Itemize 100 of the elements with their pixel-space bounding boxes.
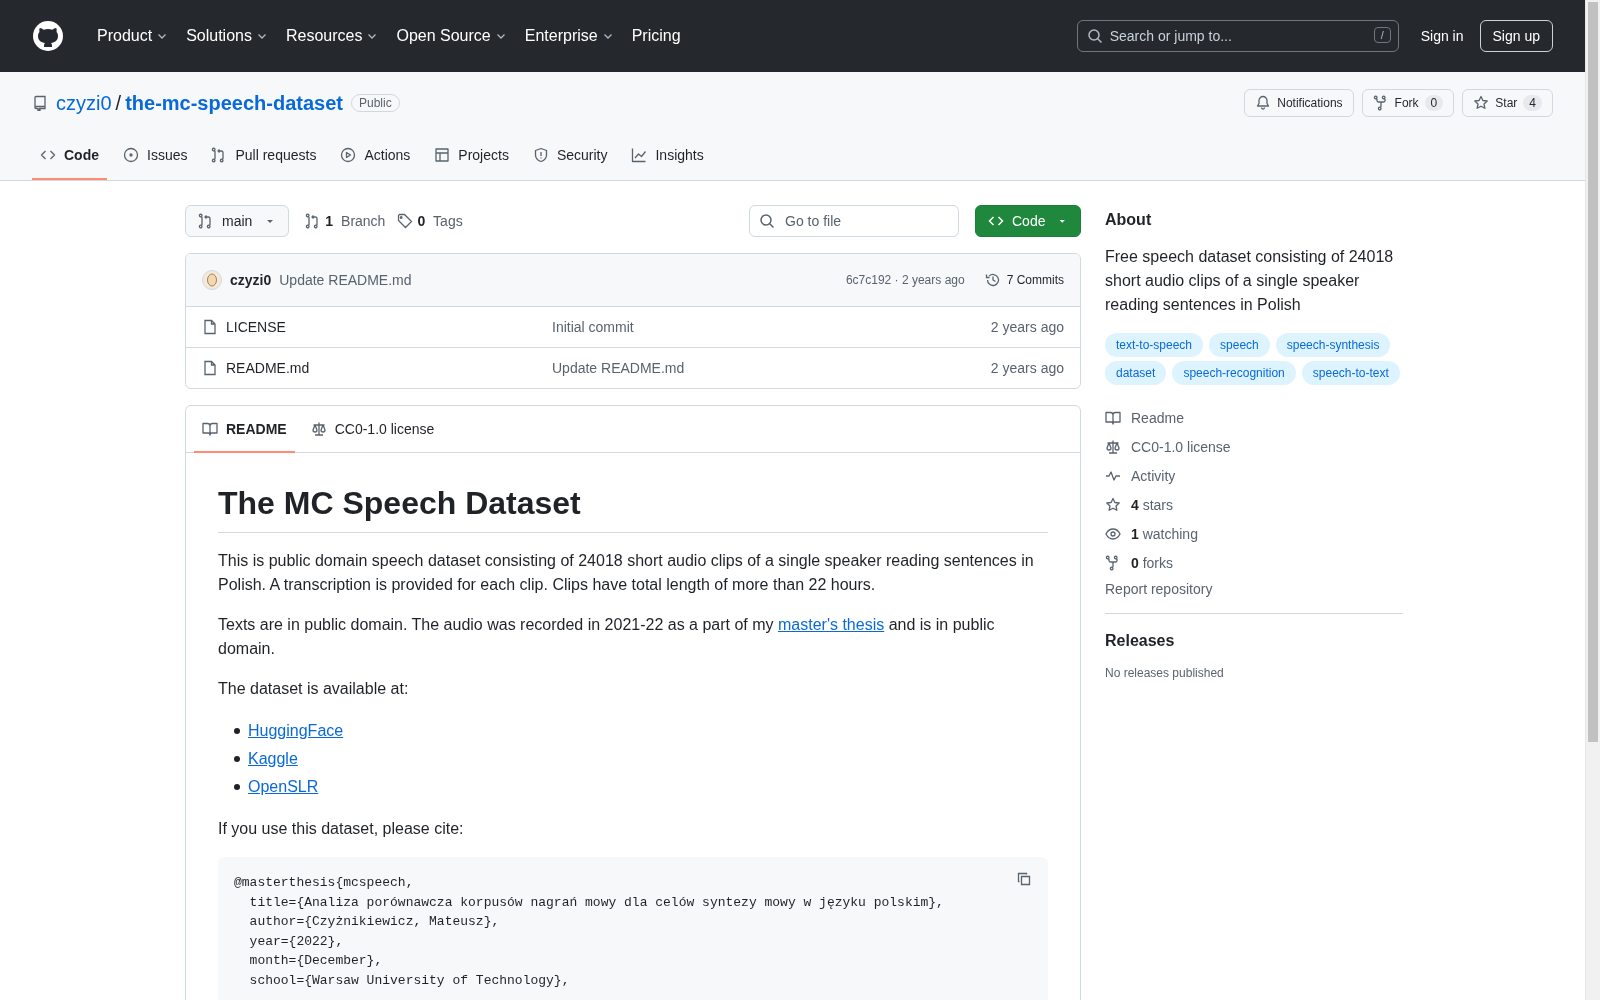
owner-link[interactable]: czyzi0 (56, 91, 112, 115)
repository-description: Free speech dataset consisting of 24018 short audio clips of a single speaker reading sentences in Polish (1105, 247, 1395, 315)
readme-tab[interactable]: README (194, 406, 295, 453)
fork-icon (1105, 554, 1121, 571)
commit-author-link[interactable]: czyzi0 (230, 272, 272, 288)
scrollbar[interactable] (1585, 0, 1600, 1000)
code-dropdown-button[interactable]: Code (975, 205, 1081, 237)
path-separator: / (115, 91, 122, 115)
sidebar-link[interactable]: Readme (1131, 409, 1184, 426)
branches-link[interactable]: 1 Branch (305, 213, 386, 229)
commit-message-link[interactable]: Update README.md (552, 360, 991, 376)
commit-hash-time: 6c7c192 · 2 years ago (845, 273, 965, 287)
report-repository-link[interactable]: Report repository (1105, 581, 1403, 597)
thesis-link[interactable]: master's thesis (778, 616, 885, 633)
branch-selector-button[interactable]: main (185, 205, 290, 237)
commit-message-link[interactable]: Update README.md (279, 272, 412, 288)
readme-paragraph: The dataset is available at: (218, 679, 410, 699)
readme-paragraph: This is public domain speech dataset consisting of 24018 short audio clips of a single speaker reading sentences in Polish. A transcription is provided for each clip. Clips have total length of more than 22 hours. (218, 551, 1035, 595)
sign-up-button[interactable]: Sign up (1479, 20, 1553, 52)
fork-button[interactable]: Fork 0 (1361, 89, 1455, 117)
table-icon (434, 147, 451, 163)
code-line: @masterthesis{mcspeech, (234, 874, 414, 892)
fork-icon (1372, 95, 1389, 111)
play-icon (340, 147, 357, 163)
commits-link[interactable]: 7 Commits (984, 272, 1064, 288)
tag-icon (397, 213, 414, 229)
dataset-link[interactable]: Kaggle (248, 745, 298, 773)
repository-tab[interactable]: Pull requests (203, 132, 325, 180)
repository-name-link[interactable]: the-mc-speech-dataset (125, 91, 343, 115)
commit-time: 2 years ago (990, 319, 1064, 335)
count-label: 4 (1523, 95, 1542, 111)
copy-icon[interactable] (1016, 871, 1032, 887)
code-line: year={2022}, (248, 932, 344, 951)
star-icon (1473, 95, 1490, 111)
about-heading: About (1105, 211, 1153, 229)
tags-link[interactable]: 0 Tags (397, 213, 463, 229)
book-icon (202, 420, 218, 437)
history-icon (984, 272, 1001, 288)
star-icon (1105, 496, 1121, 513)
readme-tab[interactable]: CC0-1.0 license (302, 406, 443, 453)
nav-menu-item[interactable]: Solutions (177, 27, 277, 45)
dataset-link[interactable]: OpenSLR (248, 773, 319, 801)
file-name-link[interactable]: README.md (226, 360, 310, 376)
code-line: month={December}, (248, 952, 383, 970)
readme-heading: The MC Speech Dataset (218, 485, 1048, 533)
readme-paragraph: If you use this dataset, please cite: (218, 819, 465, 839)
graph-icon (631, 147, 648, 163)
topic-tag[interactable]: dataset (1105, 361, 1167, 385)
nav-menu-item[interactable]: Open Source (387, 27, 516, 45)
branch-icon (198, 213, 214, 229)
sidebar-link[interactable]: 1 watching (1131, 525, 1198, 542)
sidebar-link[interactable]: Activity (1131, 467, 1176, 484)
repository-tab[interactable]: Insights (623, 132, 712, 180)
bell-icon (1255, 95, 1272, 111)
sidebar-link[interactable]: 0 forks (1131, 554, 1174, 571)
repository-tab[interactable]: Code (32, 132, 107, 180)
code-line: school={Warsaw University of Technology}, (248, 971, 570, 990)
code-line: author={Czyżnikiewicz, Mateusz}, (248, 913, 500, 931)
dataset-link[interactable]: HuggingFace (248, 717, 344, 745)
repository-tab[interactable]: Security (524, 132, 616, 180)
topic-tag[interactable]: speech-to-text (1301, 361, 1400, 385)
repository-icon (32, 95, 48, 111)
go-to-file-field[interactable]: Go to file (749, 205, 959, 237)
notifications-button[interactable]: Notifications (1244, 89, 1354, 117)
shield-icon (532, 147, 549, 163)
topic-tag[interactable]: speech (1209, 333, 1270, 357)
topic-tag[interactable]: speech-synthesis (1275, 333, 1391, 357)
commit-time: 2 years ago (990, 360, 1064, 376)
count-label: 0 (1424, 95, 1444, 111)
nav-menu-item[interactable]: Pricing (622, 27, 690, 45)
sidebar-link[interactable]: 4 stars (1131, 496, 1174, 513)
sidebar-link[interactable]: CC0-1.0 license (1131, 438, 1231, 455)
commit-message-link[interactable]: Initial commit (552, 319, 991, 335)
eye-icon (1105, 525, 1121, 542)
search-icon (1086, 28, 1103, 44)
law-icon (1105, 438, 1121, 455)
slash-key-hint: / (1373, 27, 1391, 43)
issue-icon (123, 147, 139, 163)
repository-tab[interactable]: Projects (426, 132, 517, 180)
star-button[interactable]: Star 4 (1462, 89, 1553, 117)
file-name-link[interactable]: LICENSE (226, 319, 286, 335)
repository-tab[interactable]: Issues (115, 132, 196, 180)
topic-tag[interactable]: text-to-speech (1105, 333, 1204, 357)
scrollbar-thumb[interactable] (1588, 2, 1598, 742)
nav-menu-item[interactable]: Enterprise (515, 27, 623, 45)
avatar-icon (202, 270, 222, 290)
file-icon (202, 360, 218, 376)
file-icon (202, 319, 218, 335)
sign-in-link[interactable]: Sign in (1420, 28, 1464, 44)
repository-tab[interactable]: Actions (332, 132, 419, 180)
nav-menu-item[interactable]: Resources (276, 27, 388, 45)
readme-paragraph: Texts are in public domain. The audio was recorded in 2021-22 as a part of my master's thesis and is in public domain. (218, 615, 996, 659)
book-icon (1105, 409, 1121, 426)
code-line: title={Analiza porównawcza korpusów nagrań mowy dla celów syntezy mowy w języku polskim}, (248, 893, 944, 912)
topic-tag[interactable]: speech-recognition (1172, 361, 1296, 385)
nav-menu-item[interactable]: Product (88, 27, 178, 45)
cat-logo-icon[interactable] (32, 20, 64, 52)
law-icon (310, 420, 327, 437)
releases-heading: Releases (1105, 632, 1176, 650)
no-releases-text: No releases published (1105, 666, 1225, 680)
